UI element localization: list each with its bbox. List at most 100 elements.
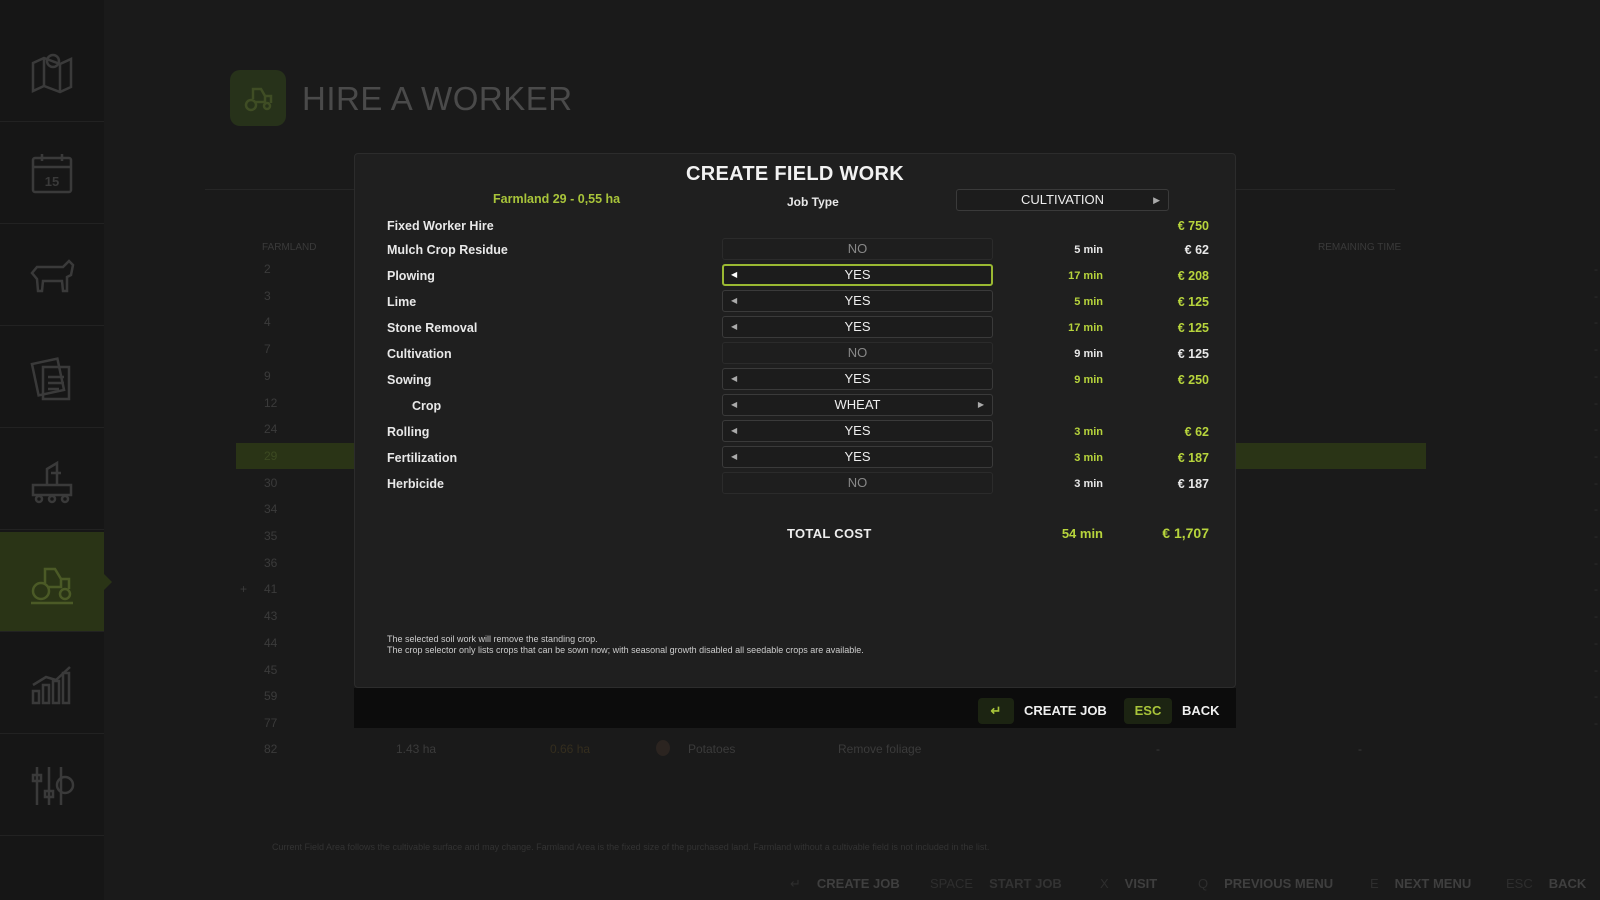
footer-previous-menu[interactable]: Q PREVIOUS MENU [1198,876,1333,891]
job-type-selector[interactable]: CULTIVATION ▶ [956,189,1169,211]
row-farmland: 82 [264,742,278,756]
sidebar-item-production[interactable] [0,430,104,530]
arrow-left-icon[interactable]: ◀ [731,317,737,337]
row-farmland: 29 [264,448,278,463]
sidebar-item-map[interactable] [0,22,104,122]
mulch-crop-residue-selector[interactable]: NO [722,238,993,260]
row-farmland: 4 [264,315,271,330]
stone-removal-value: YES [844,319,871,334]
row-marker: + [240,582,248,597]
sowing-cost: € 250 [1177,373,1209,387]
sidebar-item-contracts[interactable] [0,328,104,428]
stone-removal-row: Stone Removal ◀ YES 17 min € 125 [387,316,1209,340]
mulch-crop-residue-cost: € 62 [1184,243,1209,257]
sidebar-item-statistics[interactable] [0,634,104,734]
arrow-left-icon[interactable]: ◀ [731,291,737,311]
total-cost-label: TOTAL COST [787,526,872,541]
arrow-left-icon[interactable]: ◀ [731,421,737,441]
rolling-selector[interactable]: ◀ YES [722,420,993,442]
row-farmland: 30 [264,475,278,490]
sidebar-item-workers[interactable] [0,532,112,632]
footer-create-job[interactable]: ↵ CREATE JOB [790,876,900,892]
row-remaining: - [1594,368,1598,383]
svg-text:15: 15 [45,174,59,189]
fertilization-row: Fertilization ◀ YES 3 min € 187 [387,446,1209,470]
plowing-selector[interactable]: ◀ YES [722,264,993,286]
arrow-right-icon[interactable]: ▶ [978,395,984,415]
herbicide-selector[interactable]: NO [722,472,993,494]
mulch-crop-residue-value: NO [847,241,868,256]
herbicide-value: NO [847,475,868,490]
row-farmland: 43 [264,609,278,624]
lime-time: 5 min [1074,296,1103,308]
stone-removal-label: Stone Removal [387,321,478,335]
stone-removal-selector[interactable]: ◀ YES [722,316,993,338]
page-title: HIRE A WORKER [302,80,573,117]
sidebar-item-settings[interactable] [0,736,104,836]
cultivation-time: 9 min [1074,348,1103,360]
arrow-left-icon[interactable]: ◀ [731,447,737,467]
footer-back[interactable]: ESC BACK [1506,876,1586,891]
arrow-right-icon[interactable]: ▶ [1153,190,1160,210]
tractor-icon [244,87,273,112]
back-button[interactable]: BACK [1182,703,1220,718]
dialog-note-2: The crop selector only lists crops that … [387,645,864,655]
crop-selector[interactable]: ◀ WHEAT ▶ [722,394,993,416]
row-farmland: 24 [264,422,278,437]
arrow-left-icon[interactable]: ◀ [731,395,737,415]
row-remaining: - [1594,315,1598,330]
calendar-icon: 15 [31,153,73,193]
esc-key-badge[interactable]: ESC [1124,698,1172,724]
row-time: - [1156,742,1160,756]
create-job-button[interactable]: CREATE JOB [1024,703,1107,718]
fertilization-time: 3 min [1074,452,1103,464]
page-footnote: Current Field Area follows the cultivabl… [272,842,990,852]
main-menu-sidebar: 15 [0,0,112,900]
lime-row: Lime ◀ YES 5 min € 125 [387,290,1209,314]
row-farmland: 2 [264,262,271,276]
rolling-label: Rolling [387,425,430,439]
lime-selector[interactable]: ◀ YES [722,290,993,312]
row-farmland: 34 [264,502,278,517]
arrow-left-icon[interactable]: ◀ [731,266,737,284]
row-area: 1.43 ha [396,742,437,756]
row-farmland: 45 [264,662,278,677]
row-remaining: - [1594,342,1598,357]
total-cost: € 1,707 [1162,525,1209,541]
cultivation-selector[interactable]: NO [722,342,993,364]
settings-icon [31,766,75,805]
rolling-value: YES [844,423,871,438]
crop-row: Crop ◀ WHEAT ▶ [387,394,1207,418]
footer-next-menu[interactable]: E NEXT MENU [1370,876,1471,891]
page-header-icon [230,70,286,126]
row-farmland: 7 [264,342,271,357]
fertilization-selector[interactable]: ◀ YES [722,446,993,468]
fixed-worker-hire-row: Fixed Worker Hire € 750 [387,214,1209,238]
row-farmland: 3 [264,288,271,303]
enter-key-icon[interactable]: ↵ [978,698,1014,724]
table-row[interactable]: 82 1.43 ha 0.66 ha Potatoes Remove folia… [236,736,1426,762]
footer-start-job[interactable]: SPACE START JOB [930,876,1062,891]
sowing-row: Sowing ◀ YES 9 min € 250 [387,368,1209,392]
sidebar-item-animals[interactable] [0,226,104,326]
footer-visit[interactable]: X VISIT [1100,876,1157,891]
sowing-selector[interactable]: ◀ YES [722,368,993,390]
lime-cost: € 125 [1177,295,1209,309]
create-field-work-dialog: CREATE FIELD WORK Farmland 29 - 0,55 ha … [354,153,1236,688]
sidebar-item-calendar[interactable]: 15 [0,124,104,224]
row-remaining: - [1594,555,1598,570]
row-remaining: - [1594,395,1598,410]
rolling-row: Rolling ◀ YES 3 min € 62 [387,420,1209,444]
cultivation-label: Cultivation [387,347,452,361]
cultivation-value: NO [847,345,868,360]
row-remaining: - [1594,582,1598,597]
arrow-left-icon[interactable]: ◀ [731,369,737,389]
fertilization-value: YES [844,449,871,464]
crop-label: Crop [412,399,442,413]
mulch-crop-residue-time: 5 min [1074,244,1103,256]
fertilization-cost: € 187 [1177,451,1209,465]
map-icon [31,53,73,93]
fixed-worker-hire-label: Fixed Worker Hire [387,219,494,233]
plowing-value: YES [844,267,871,282]
rolling-time: 3 min [1074,426,1103,438]
